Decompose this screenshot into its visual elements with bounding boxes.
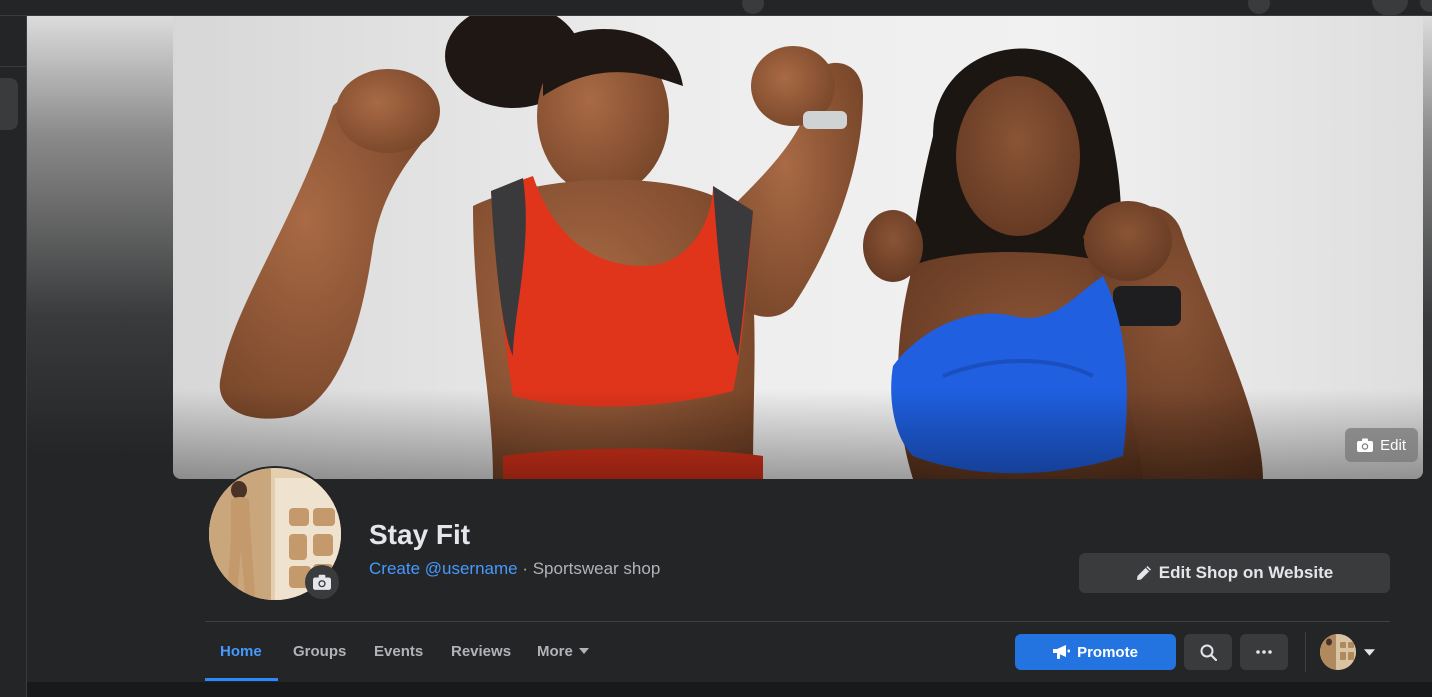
promote-button[interactable]: Promote [1015,634,1176,670]
search-button[interactable] [1184,634,1232,670]
camera-icon [313,574,331,590]
more-options-button[interactable] [1240,634,1288,670]
tab-events[interactable]: Events [374,622,423,680]
ellipsis-icon [1256,650,1272,654]
left-sidebar [0,16,27,697]
cover-photo: Edit [173,16,1423,479]
tab-home-indicator [205,678,278,681]
subtitle-separator: · [517,559,533,578]
sidebar-selected-item[interactable] [0,78,18,130]
tab-events-label: Events [374,642,424,660]
tab-more-label: More [537,642,573,660]
sidebar-divider [0,66,26,67]
tab-more[interactable]: More [537,622,589,680]
top-navigation-bar [0,0,1432,16]
edit-shop-label: Edit Shop on Website [1158,563,1334,582]
actions-divider [1305,632,1306,672]
account-menu-button[interactable] [1372,0,1408,16]
nav-icon-button[interactable] [1248,0,1270,14]
account-switcher[interactable] [1320,634,1382,670]
caret-down-icon [1364,648,1375,656]
camera-icon [1357,438,1374,452]
nav-icon-button[interactable] [742,0,764,14]
tab-home[interactable]: Home [220,622,262,680]
tab-reviews[interactable]: Reviews [451,622,511,680]
edit-cover-label: Edit [1380,436,1406,454]
page-category: Sportswear shop [532,559,661,578]
tab-groups-label: Groups [293,642,347,660]
promote-label: Promote [1077,643,1138,661]
avatar [1320,634,1356,670]
edit-shop-button[interactable]: Edit Shop on Website [1079,553,1390,593]
cover-shade [173,389,1423,479]
page-subtitle: Create @username · Sportswear shop [369,559,660,579]
tab-groups[interactable]: Groups [293,622,346,680]
page-title: Stay Fit [369,519,471,550]
page-body-background [27,682,1432,697]
create-username-link[interactable]: Create @username [369,559,518,578]
nav-icon-button[interactable] [1420,0,1432,12]
edit-profile-picture-button[interactable] [305,565,339,599]
pencil-icon [1136,566,1151,580]
megaphone-icon [1053,645,1071,659]
tab-home-label: Home [220,642,262,660]
caret-down-icon [578,648,589,654]
tab-reviews-label: Reviews [451,642,512,660]
search-icon [1200,644,1217,661]
edit-cover-button[interactable]: Edit [1345,428,1418,462]
